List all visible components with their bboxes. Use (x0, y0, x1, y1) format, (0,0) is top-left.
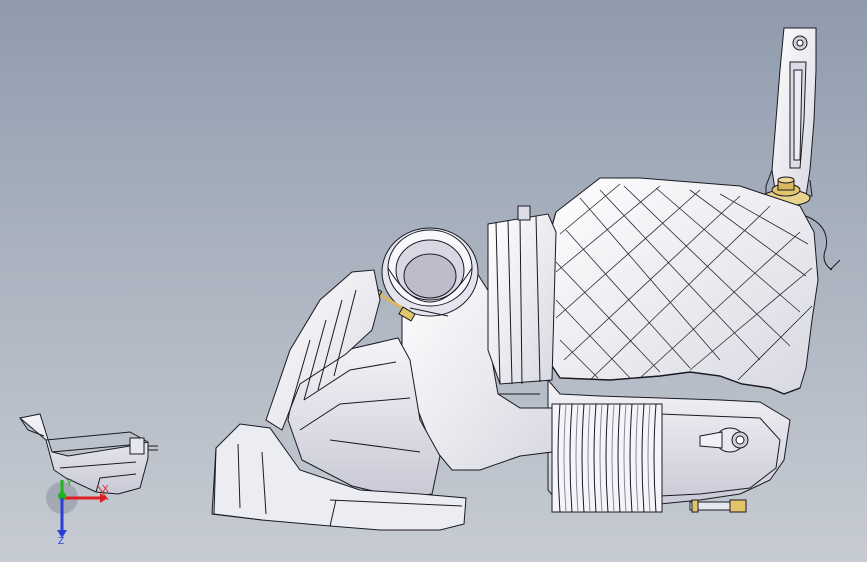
mounting-bracket (765, 27, 817, 197)
air-intake-assembly-model[interactable] (0, 0, 867, 562)
x-axis-label: X (102, 484, 109, 495)
axis-triad: X Y Z (46, 478, 109, 544)
drain-fitting (689, 499, 747, 513)
filter-housing (545, 177, 819, 395)
z-axis-label: Z (58, 536, 64, 544)
y-axis-label: Y (66, 478, 73, 489)
bellows-hose (551, 403, 663, 513)
cad-viewport[interactable]: X Y Z (0, 0, 867, 562)
